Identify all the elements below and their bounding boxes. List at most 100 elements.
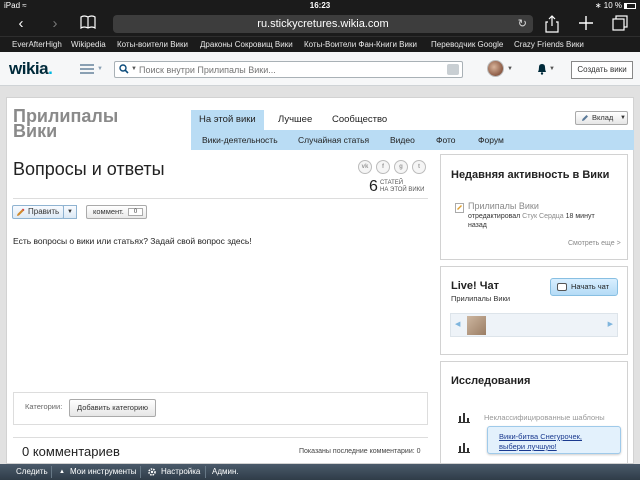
vk-share-icon[interactable]: vk (358, 160, 372, 174)
share-icon[interactable] (545, 15, 565, 33)
wikia-logo[interactable]: wikia. (9, 59, 53, 79)
bluetooth-icon: ∗ (594, 1, 602, 10)
activity-meta: отредактировал Стук Сердца 18 минут (468, 213, 595, 220)
tab-community[interactable]: Сообщество (324, 110, 395, 130)
subnav-wiki-activity[interactable]: Вики-деятельность (202, 135, 278, 145)
explore-title: Исследования (451, 375, 531, 387)
search-submit-button[interactable] (447, 64, 459, 75)
follow-button[interactable]: Следить (16, 467, 48, 476)
article-body: Есть вопросы о вики или статьях? Задай с… (13, 236, 252, 246)
chevron-down-icon[interactable]: ▼ (131, 66, 137, 72)
start-chat-button[interactable]: Начать чат (550, 278, 618, 296)
battery-icon (624, 2, 636, 9)
edit-button[interactable]: Править (12, 205, 64, 219)
bookmark-item[interactable]: Коты-Воители Фан-Книги Вики (304, 40, 417, 49)
tab-best[interactable]: Лучшее (270, 110, 320, 130)
edit-activity-icon (455, 203, 464, 213)
chat-bubble-icon (557, 283, 567, 291)
bookmarks-book-icon[interactable] (79, 15, 97, 33)
bookmark-item[interactable]: Crazy Friends Вики (514, 40, 584, 49)
gear-icon[interactable] (147, 467, 157, 477)
search-icon[interactable] (119, 64, 129, 74)
chat-title: Live! Чат (451, 280, 499, 292)
promo-popup[interactable]: Вики-битва Снегурочек, выбери лучшую! (487, 426, 621, 454)
chat-wiki-name: Прилипалы Вики (451, 294, 511, 303)
bookmark-item[interactable]: Коты-воители Вики (117, 40, 188, 49)
battery-status: ∗ 10 % (595, 1, 636, 10)
admin-button[interactable]: Админ. (212, 467, 239, 476)
activity-user-link[interactable]: Стук Сердца (522, 213, 564, 220)
notifications-bell-icon[interactable] (536, 62, 548, 75)
pencil-icon (582, 115, 588, 121)
add-category-button[interactable]: Добавить категорию (69, 399, 156, 417)
carousel-right-icon[interactable]: ▶ (608, 320, 613, 328)
comments-count-badge: 0 (128, 208, 143, 216)
promo-link[interactable]: Вики-битва Снегурочек, (499, 432, 582, 441)
clock: 16:23 (309, 1, 331, 10)
chevron-down-icon[interactable]: ▼ (549, 66, 555, 72)
back-icon[interactable]: ‹ (12, 15, 30, 33)
browser-toolbar: ‹ › ru.stickycretures.wikia.com ↻ (0, 12, 640, 36)
chat-user-avatar[interactable] (467, 316, 486, 335)
search-box: ▼ (114, 61, 463, 78)
subnav-random-page[interactable]: Случайная статья (298, 135, 369, 145)
ios-status-bar: iPad ≈ 16:23 ∗ 10 % (0, 0, 640, 12)
google-share-icon[interactable]: g (394, 160, 408, 174)
tabs-icon[interactable] (612, 15, 632, 33)
bookmark-item[interactable]: Wikipedia (71, 40, 106, 49)
reload-icon[interactable]: ↻ (518, 15, 527, 33)
create-wiki-button[interactable]: Создать вики (571, 61, 633, 79)
chat-users-carousel: ◀ ▶ (450, 313, 618, 337)
article-count: 6 (369, 178, 378, 195)
address-bar[interactable]: ru.stickycretures.wikia.com ↻ (113, 15, 533, 33)
twitter-share-icon[interactable]: t (412, 160, 426, 174)
activity-page-link[interactable]: Прилипалы Вики (468, 201, 539, 211)
subnav-video[interactable]: Видео (390, 135, 415, 145)
wiki-name[interactable]: Прилипалы Вики (13, 107, 118, 140)
chevron-down-icon[interactable]: ▼ (507, 66, 513, 72)
new-tab-icon[interactable] (578, 15, 598, 33)
article-count-label: СТАТЕЙ НА ЭТОЙ ВИКИ (380, 180, 425, 193)
explore-item-link[interactable]: Неклассифицированные шаблоны (484, 413, 605, 422)
contribute-button[interactable]: Вклад ▼ (575, 111, 628, 125)
wikia-bottom-toolbar: Следить ▲ Мои инструменты Настройка Адми… (0, 464, 640, 480)
tab-on-this-wiki[interactable]: На этой вики (191, 110, 264, 130)
comments-shown-text: Показаны последние комментарии: 0 (299, 448, 421, 455)
bookmark-item[interactable]: Драконы Сокровищ Вики (200, 40, 293, 49)
activity-time: назад (468, 222, 487, 229)
wiki-subnav: Вики-деятельность Случайная статья Видео… (191, 130, 634, 150)
search-input[interactable] (139, 63, 439, 76)
comments-heading: 0 комментариев (22, 444, 120, 459)
url-text: ru.stickycretures.wikia.com (257, 18, 389, 30)
subnav-forum[interactable]: Форум (478, 135, 504, 145)
categories-label: Категории: (25, 402, 63, 411)
bookmark-item[interactable]: EverAfterHigh (12, 40, 62, 49)
divider (13, 437, 428, 438)
divider (13, 198, 428, 199)
facebook-share-icon[interactable]: f (376, 160, 390, 174)
wikia-global-header: wikia. ▼ ▼ ▼ ▼ Создать вики (0, 52, 640, 86)
page-title: Вопросы и ответы (13, 159, 165, 179)
customize-button[interactable]: Настройка (161, 467, 200, 476)
comments-button[interactable]: коммент. 0 (86, 205, 147, 219)
divider (205, 466, 206, 478)
my-tools-button[interactable]: Мои инструменты (70, 467, 137, 476)
forward-icon[interactable]: › (46, 15, 64, 33)
divider (51, 466, 52, 478)
recent-activity-title: Недавняя активность в Вики (451, 169, 610, 181)
bookmarks-bar: EverAfterHigh Wikipedia Коты-воители Вик… (0, 36, 640, 52)
pencil-icon (17, 208, 25, 216)
avatar[interactable] (487, 60, 504, 77)
see-more-link[interactable]: Смотреть еще > (568, 240, 621, 247)
bookmark-item[interactable]: Переводчик Google (431, 40, 503, 49)
chevron-down-icon: ▼ (620, 115, 626, 121)
subnav-photo[interactable]: Фото (436, 135, 456, 145)
chevron-down-icon[interactable]: ▼ (97, 66, 103, 72)
carousel-left-icon[interactable]: ◀ (455, 320, 460, 328)
menu-icon[interactable] (80, 64, 94, 74)
chevron-up-icon[interactable]: ▲ (59, 469, 65, 475)
divider (140, 466, 141, 478)
promo-link[interactable]: выбери лучшую! (499, 442, 557, 451)
edit-dropdown-chevron-icon[interactable]: ▼ (63, 205, 77, 219)
chart-icon (458, 413, 470, 423)
